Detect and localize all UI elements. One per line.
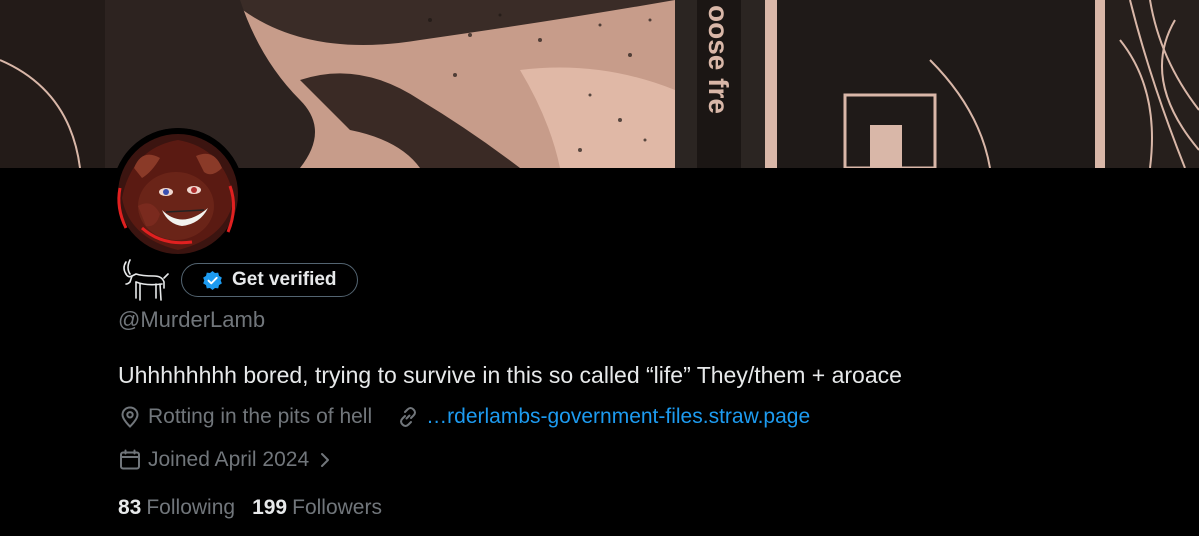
location-text: Rotting in the pits of hell (148, 405, 373, 428)
following-label: Following (146, 496, 236, 519)
website-item[interactable]: …rderlambs-government-files.straw.page (396, 405, 810, 429)
joined-text: Joined April 2024 (148, 448, 310, 471)
location-pin-icon (121, 406, 139, 428)
followers-count: 199 (252, 496, 288, 519)
location-item: Rotting in the pits of hell (118, 405, 372, 429)
following-link[interactable]: 83 Following (118, 496, 235, 520)
profile-avatar[interactable] (112, 128, 244, 260)
following-count: 83 (118, 496, 142, 519)
verified-badge-icon (203, 270, 222, 290)
goat-emoji-icon (123, 259, 169, 301)
chevron-right-icon (321, 453, 330, 467)
get-verified-label: Get verified (232, 269, 337, 290)
display-name-row: Get verified (118, 256, 358, 304)
profile-meta-row: Rotting in the pits of hell …rderlambs-g… (118, 405, 810, 429)
website-link[interactable]: …rderlambs-government-files.straw.page (426, 405, 810, 429)
profile-bio: Uhhhhhhhh bored, trying to survive in th… (118, 362, 902, 388)
follow-stats: 83 Following 199 Followers (118, 496, 382, 520)
get-verified-button[interactable]: Get verified (181, 263, 358, 297)
joined-row[interactable]: Joined April 2024 (118, 448, 335, 472)
calendar-icon (120, 449, 140, 470)
followers-link[interactable]: 199 Followers (252, 496, 382, 520)
banner-vertical-text: oose fre (703, 5, 734, 114)
followers-label: Followers (292, 496, 382, 519)
profile-page: oose fre Get verified @MurderLamb Uhhhhh… (0, 0, 1199, 536)
link-icon (400, 407, 417, 427)
profile-handle: @MurderLamb (118, 307, 266, 332)
